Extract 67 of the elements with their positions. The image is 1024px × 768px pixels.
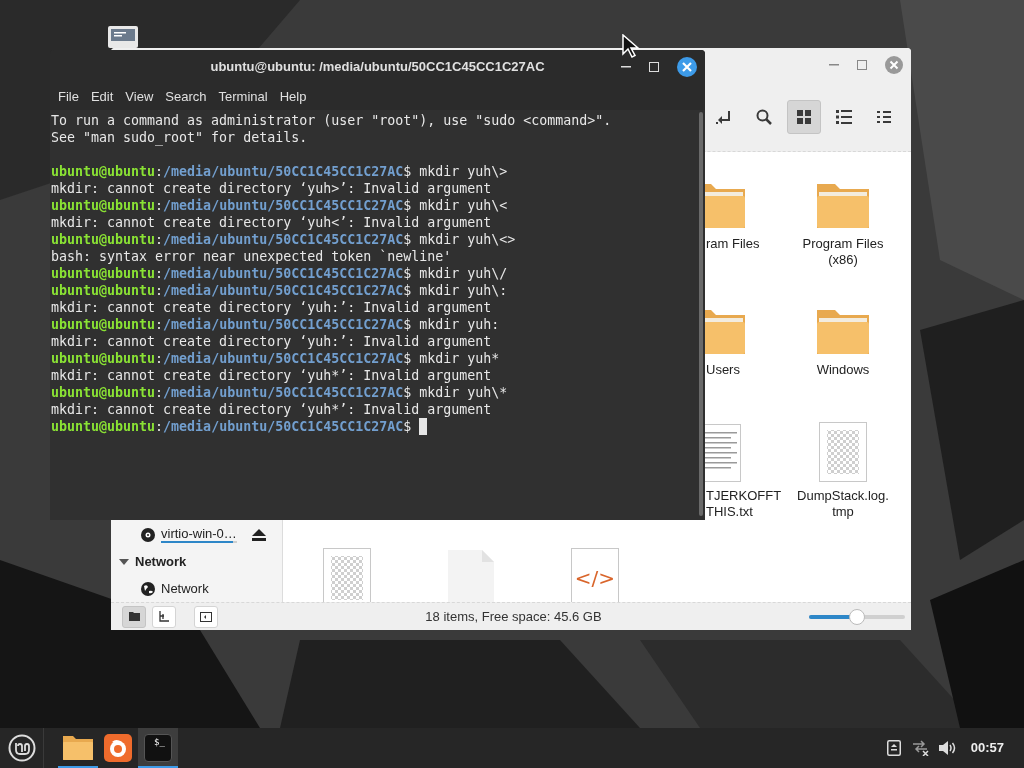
terminal-line: mkdir: cannot create directory ‘yuh:’: Invalid argument <box>51 299 493 316</box>
file-name[interactable]: ram Files <box>706 236 780 252</box>
terminal-line: ubuntu@ubuntu:/media/ubuntu/50CC1C45CC1C27AC$ mkdir yuh\: <box>51 282 508 299</box>
minimize-icon[interactable] <box>621 66 631 68</box>
terminal-line: mkdir: cannot create directory ‘yuh*’: Invalid argument <box>51 367 493 384</box>
tree-icon <box>158 611 170 622</box>
menu-item[interactable]: Help <box>273 87 313 107</box>
disc-icon <box>141 527 155 542</box>
desktop-computer-icon[interactable] <box>108 26 138 48</box>
return-arrow-icon <box>716 109 732 124</box>
menu-item[interactable]: Edit <box>84 87 120 107</box>
terminal-line: ubuntu@ubuntu:/media/ubuntu/50CC1C45CC1C27AC$ mkdir yuh: <box>51 316 500 333</box>
sidebar-section-header: Network <box>135 552 187 571</box>
status-bar-button[interactable] <box>152 605 176 628</box>
status-bar-button[interactable] <box>194 605 218 628</box>
code-file-icon: </> <box>571 548 619 602</box>
file-name[interactable]: DumpStack.log. tmp <box>787 488 899 520</box>
terminal-line: See "man sudo_root" for details. <box>51 129 309 146</box>
compact-view-icon <box>877 110 891 123</box>
terminal-icon: $_ <box>144 734 172 762</box>
folder-icon <box>128 612 140 621</box>
terminal-line: mkdir: cannot create directory ‘yuh>’: Invalid argument <box>51 180 493 197</box>
terminal-line: bash: syntax error near unexpected token `newline' <box>51 248 453 265</box>
file-name[interactable]: Users <box>706 362 780 378</box>
sidebar-item[interactable]: virtio-win-0… <box>161 526 237 541</box>
menu-item[interactable]: Search <box>159 87 213 107</box>
slider-thumb[interactable] <box>849 608 865 625</box>
file-name[interactable]: Program Files (x86) <box>787 236 899 268</box>
terminal-line: mkdir: cannot create directory ‘yuh*’: Invalid argument <box>51 401 493 418</box>
volume-icon[interactable] <box>938 740 957 756</box>
zoom-slider[interactable] <box>809 608 905 625</box>
mouse-pointer-icon <box>622 34 642 58</box>
network-disconnected-icon[interactable] <box>910 740 929 756</box>
menu-item[interactable]: File <box>52 87 85 107</box>
folder-icon <box>63 736 93 760</box>
terminal-line: ubuntu@ubuntu:/media/ubuntu/50CC1C45CC1C27AC$ mkdir yuh* <box>51 350 500 367</box>
file-name[interactable]: TJERKOFFT THIS.txt <box>706 488 780 520</box>
terminal-line: ubuntu@ubuntu:/media/ubuntu/50CC1C45CC1C27AC$ mkdir yuh\> <box>51 163 508 180</box>
taskbar-app[interactable]: $_ <box>138 728 178 768</box>
expanded-triangle-icon[interactable] <box>119 556 129 567</box>
image-file-icon <box>819 422 867 482</box>
terminal-line: ubuntu@ubuntu:/media/ubuntu/50CC1C45CC1C27AC$ <box>51 418 412 435</box>
status-text: 18 items, Free space: 45.6 GB <box>424 607 603 626</box>
list-view-icon <box>836 109 852 124</box>
sidebar-icon <box>200 611 212 622</box>
clock[interactable]: 00:57 <box>970 738 1004 758</box>
terminal-line: mkdir: cannot create directory ‘yuh:’: Invalid argument <box>51 333 493 350</box>
close-icon[interactable] <box>677 57 697 77</box>
terminal-line: ubuntu@ubuntu:/media/ubuntu/50CC1C45CC1C27AC$ mkdir yuh\<> <box>51 231 516 248</box>
mint-logo-icon <box>7 734 36 762</box>
sidebar-item[interactable]: Network <box>161 578 209 599</box>
grid-view-icon <box>797 109 811 124</box>
clipboard-icon[interactable] <box>886 740 901 756</box>
terminal-line: ubuntu@ubuntu:/media/ubuntu/50CC1C45CC1C27AC$ mkdir yuh\< <box>51 197 508 214</box>
window-title: ubuntu@ubuntu: /media/ubuntu/50CC1C45CC1C27AC <box>210 58 545 77</box>
globe-icon <box>141 581 155 596</box>
menu-item[interactable]: View <box>119 87 160 107</box>
terminal-line: ubuntu@ubuntu:/media/ubuntu/50CC1C45CC1C27AC$ mkdir yuh\/ <box>51 265 508 282</box>
menu-item[interactable]: Terminal <box>212 87 274 107</box>
toolbar-button[interactable] <box>787 99 821 134</box>
terminal-line: To run a command as administrator (user "root"), use "sudo <command>". <box>51 112 613 129</box>
terminal-line: ubuntu@ubuntu:/media/ubuntu/50CC1C45CC1C27AC$ mkdir yuh\* <box>51 384 508 401</box>
file-name[interactable]: Windows <box>787 362 899 378</box>
terminal-line: mkdir: cannot create directory ‘yuh<’: Invalid argument <box>51 214 493 231</box>
status-bar-button[interactable] <box>122 605 146 628</box>
search-icon <box>756 108 772 125</box>
eject-icon[interactable] <box>252 528 266 541</box>
